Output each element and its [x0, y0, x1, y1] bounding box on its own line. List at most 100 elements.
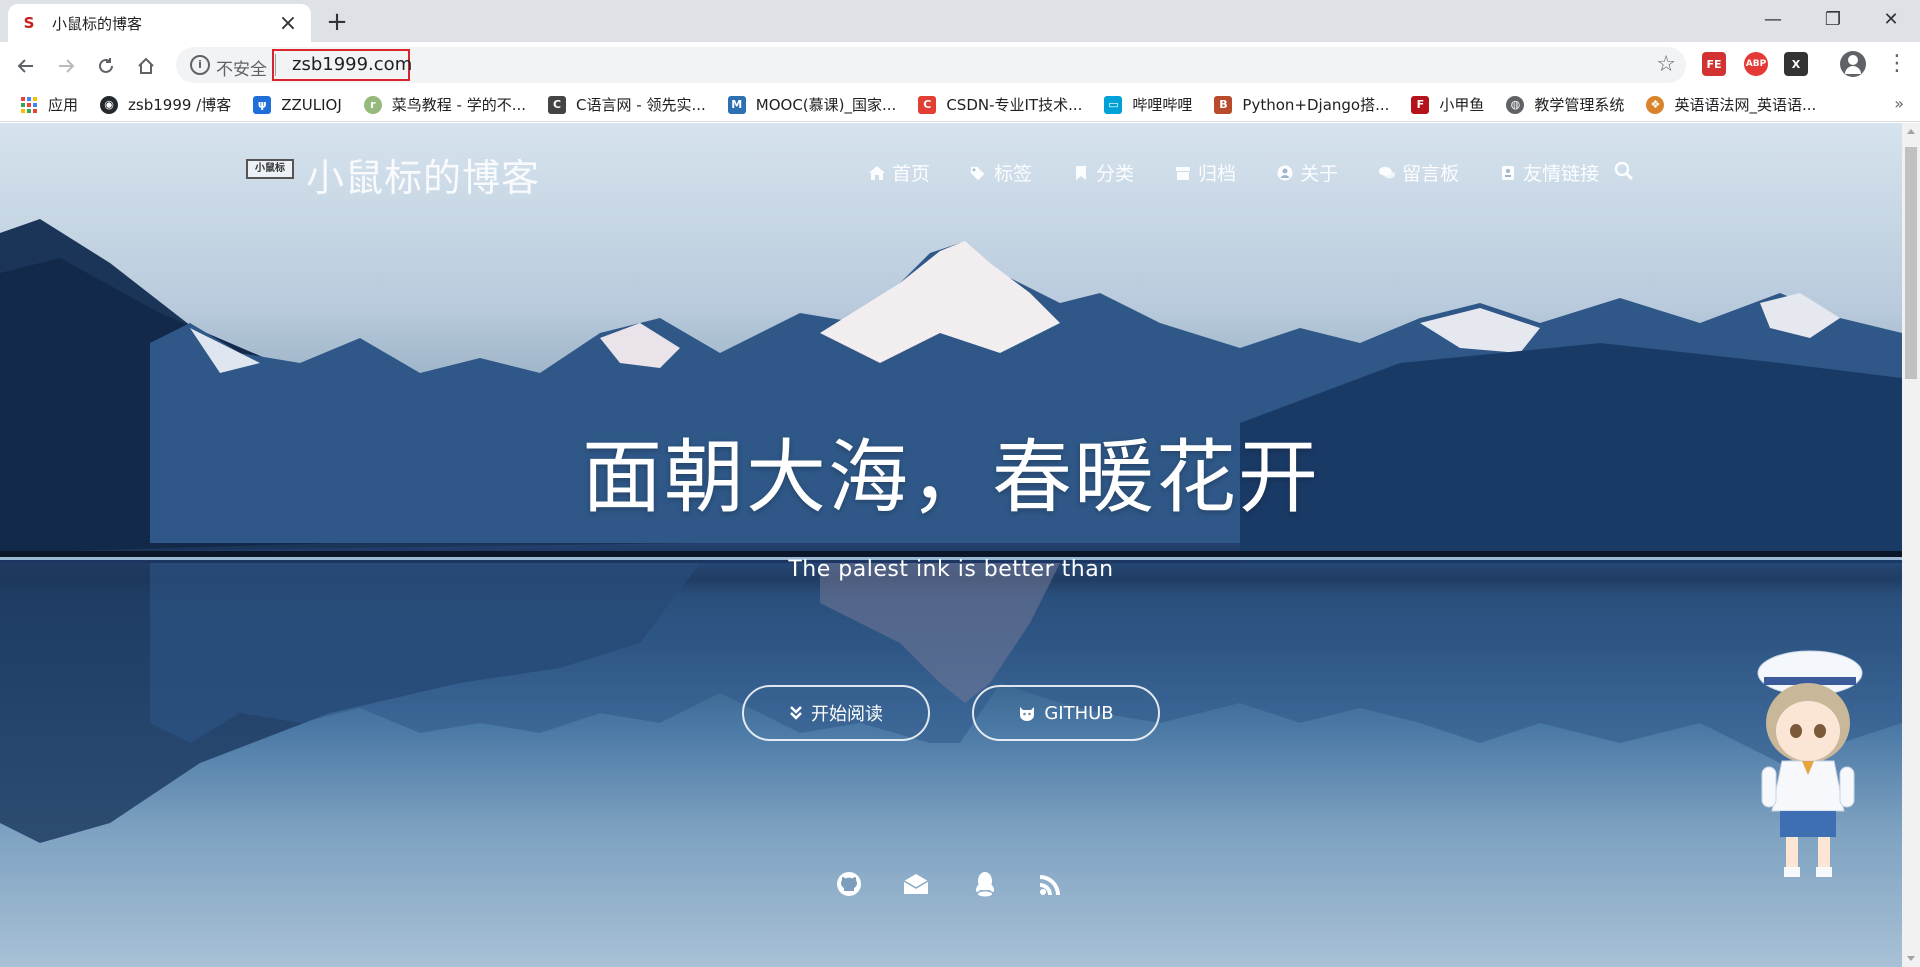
- url-text[interactable]: zsb1999.com: [292, 54, 412, 75]
- bookmark-django[interactable]: B Python+Django搭...: [1214, 94, 1389, 115]
- blog-header: 小鼠标 小鼠标的博客 首页 标签 分类 归档 关于 留言板 友情链接: [0, 123, 1902, 213]
- menu-item-home[interactable]: 首页: [868, 159, 930, 186]
- forward-arrow-icon[interactable]: [50, 50, 82, 82]
- zzulioj-icon: ψ: [253, 95, 272, 114]
- info-icon[interactable]: i: [190, 55, 210, 75]
- rss-icon[interactable]: [1036, 869, 1066, 899]
- tab-title: 小鼠标的博客: [52, 14, 143, 33]
- dotcpp-icon: C: [548, 95, 567, 114]
- bookmark-label: 小甲鱼: [1439, 96, 1485, 114]
- bookmark-fishc[interactable]: F 小甲鱼: [1411, 94, 1484, 115]
- menu-item-tags[interactable]: 标签: [970, 159, 1032, 186]
- bookmarks-bar: 应用 ◉ zsb1999 /博客 ψ ZZULIOJ r 菜鸟教程 - 学的不.…: [0, 88, 1920, 122]
- security-label[interactable]: 不安全: [216, 55, 267, 80]
- hero-subtitle: The palest ink is better than: [788, 557, 1114, 582]
- bookmark-label: zsb1999 /博客: [128, 96, 232, 114]
- bookmark-label: 教学管理系统: [1534, 96, 1625, 114]
- minimize-button[interactable]: —: [1744, 0, 1802, 38]
- restore-button[interactable]: ❐: [1804, 0, 1862, 38]
- github-icon[interactable]: [834, 869, 864, 899]
- scroll-down-icon[interactable]: [1907, 956, 1915, 961]
- github-icon: ◉: [100, 95, 119, 114]
- github-button[interactable]: GITHUB: [972, 685, 1160, 741]
- bookmark-zzulioj[interactable]: ψ ZZULIOJ: [253, 95, 342, 114]
- tab-active[interactable]: S 小鼠标的博客 ×: [8, 4, 311, 42]
- bookmark-label: MOOC(慕课)_国家...: [755, 96, 897, 114]
- scroll-up-icon[interactable]: [1907, 129, 1915, 134]
- bookmark-icon: [1072, 164, 1090, 182]
- bookmark-label: 应用: [48, 96, 79, 114]
- home-button-icon[interactable]: [130, 50, 162, 82]
- bookmarks-overflow-icon[interactable]: »: [1894, 94, 1904, 113]
- menu-label: 关于: [1300, 163, 1339, 185]
- user-icon: [1276, 164, 1294, 182]
- bookmark-bilibili[interactable]: ▭ 哔哩哔哩: [1104, 94, 1192, 115]
- bookmark-dotcpp[interactable]: C C语言网 - 领先实...: [548, 94, 706, 115]
- bookmark-label: ZZULIOJ: [281, 95, 342, 114]
- reload-icon[interactable]: [90, 50, 122, 82]
- start-reading-button[interactable]: 开始阅读: [742, 685, 930, 741]
- profile-avatar-icon[interactable]: [1840, 51, 1866, 77]
- tab-close-icon[interactable]: ×: [277, 11, 299, 36]
- blog-menu: 首页 标签 分类 归档 关于 留言板 友情链接: [868, 159, 1639, 186]
- menu-label: 首页: [892, 163, 931, 185]
- comments-icon: [1378, 164, 1396, 182]
- back-arrow-icon[interactable]: [10, 50, 42, 82]
- menu-item-categories[interactable]: 分类: [1072, 159, 1134, 186]
- window-close-button[interactable]: ✕: [1862, 0, 1920, 38]
- home-icon: [868, 164, 886, 182]
- bookmark-label: C语言网 - 领先实...: [576, 96, 706, 114]
- tab-strip: S 小鼠标的博客 × + — ❐ ✕: [0, 0, 1920, 42]
- adblock-plus-icon[interactable]: ABP: [1744, 52, 1768, 76]
- search-icon[interactable]: [1614, 161, 1634, 181]
- tags-icon: [970, 164, 988, 182]
- runoob-icon: r: [363, 95, 382, 114]
- live2d-mascot[interactable]: [1742, 643, 1872, 893]
- site-favicon-icon: S: [23, 14, 35, 32]
- start-reading-label: 开始阅读: [811, 704, 883, 725]
- fe-extension-icon[interactable]: FE: [1702, 52, 1726, 76]
- bookmark-runoob[interactable]: r 菜鸟教程 - 学的不...: [363, 94, 527, 115]
- github-label: GITHUB: [1044, 702, 1114, 724]
- bookmark-apps[interactable]: 应用: [20, 94, 78, 115]
- page-scrollbar[interactable]: [1902, 123, 1920, 967]
- double-chevron-down-icon: [789, 705, 803, 721]
- fishc-icon: F: [1411, 95, 1430, 114]
- bilibili-icon: ▭: [1104, 95, 1123, 114]
- address-bar[interactable]: i 不安全 zsb1999.com ☆: [176, 47, 1686, 83]
- site-logo[interactable]: 小鼠标: [246, 159, 294, 179]
- grammar-icon: ❖: [1646, 95, 1665, 114]
- github-alt-icon: [1018, 705, 1036, 721]
- menu-label: 标签: [994, 163, 1033, 185]
- bookmark-mooc[interactable]: M MOOC(慕课)_国家...: [727, 94, 897, 115]
- menu-label: 归档: [1198, 163, 1237, 185]
- bookmark-star-icon[interactable]: ☆: [1656, 52, 1676, 77]
- site-title[interactable]: 小鼠标的博客: [306, 147, 540, 202]
- menu-label: 留言板: [1402, 163, 1460, 185]
- bookmark-teaching-system[interactable]: ◍ 教学管理系统: [1506, 94, 1624, 115]
- address-card-icon: [1499, 164, 1517, 182]
- bookmark-github[interactable]: ◉ zsb1999 /博客: [100, 94, 231, 115]
- menu-item-archive[interactable]: 归档: [1174, 159, 1236, 186]
- archive-icon: [1174, 164, 1192, 182]
- scroll-thumb[interactable]: [1905, 147, 1917, 379]
- menu-item-links[interactable]: 友情链接: [1499, 159, 1599, 186]
- mooc-icon: M: [727, 95, 746, 114]
- apps-grid-icon: [20, 96, 38, 114]
- csdn-icon: C: [918, 95, 937, 114]
- menu-item-about[interactable]: 关于: [1276, 159, 1338, 186]
- bookmark-label: Python+Django搭...: [1242, 96, 1390, 114]
- bookmark-csdn[interactable]: C CSDN-专业IT技术...: [918, 94, 1082, 115]
- bookmark-label: 菜鸟教程 - 学的不...: [391, 96, 527, 114]
- page-viewport: 小鼠标 小鼠标的博客 首页 标签 分类 归档 关于 留言板 友情链接 面朝大海，…: [0, 123, 1902, 967]
- menu-item-guestbook[interactable]: 留言板: [1378, 159, 1459, 186]
- bookmark-grammar[interactable]: ❖ 英语语法网_英语语...: [1646, 94, 1816, 115]
- qq-icon[interactable]: [970, 869, 1000, 899]
- menu-label: 分类: [1096, 163, 1135, 185]
- browser-menu-icon[interactable]: ⋮: [1886, 52, 1908, 78]
- globe-icon: ◍: [1506, 95, 1525, 114]
- x-extension-icon[interactable]: X: [1784, 52, 1808, 76]
- new-tab-button[interactable]: +: [322, 8, 352, 38]
- envelope-icon[interactable]: [901, 869, 931, 899]
- bookmark-label: 哔哩哔哩: [1132, 96, 1193, 114]
